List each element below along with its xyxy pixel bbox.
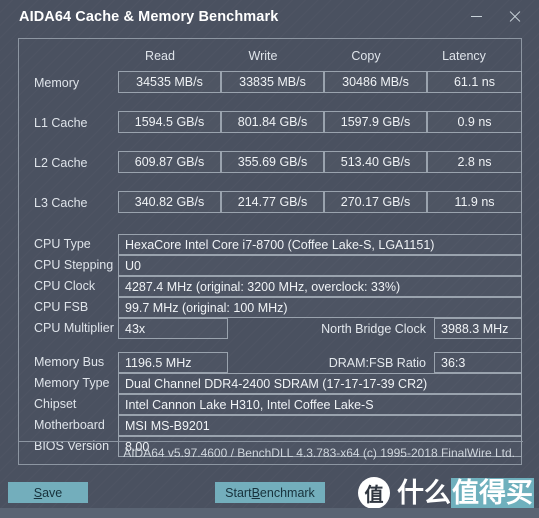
cell-l3-write: 214.77 GB/s	[221, 191, 324, 213]
value-dram-fsb-ratio: 36:3	[434, 352, 522, 373]
cell-l2-copy: 513.40 GB/s	[324, 151, 427, 173]
value-memory-bus: 1196.5 MHz	[118, 352, 228, 373]
start-label-accel: B	[251, 485, 260, 500]
label-dram-fsb-ratio: DRAM:FSB Ratio	[328, 355, 426, 370]
column-header-latency: Latency	[442, 49, 486, 63]
column-header-write: Write	[248, 49, 278, 63]
column-header-read: Read	[145, 49, 175, 63]
window-title: AIDA64 Cache & Memory Benchmark	[19, 9, 279, 25]
cell-memory-copy: 30486 MB/s	[324, 71, 427, 93]
cell-l3-copy: 270.17 GB/s	[324, 191, 427, 213]
start-benchmark-button[interactable]: Start Benchmark	[215, 482, 325, 503]
close-icon	[508, 10, 521, 23]
cell-l1-copy: 1597.9 GB/s	[324, 111, 427, 133]
label-motherboard: Motherboard	[34, 418, 105, 432]
smzdm-text-highlight: 值得买	[451, 477, 534, 508]
value-cpu-type: HexaCore Intel Core i7-8700 (Coffee Lake…	[118, 234, 522, 255]
cell-l2-write: 355.69 GB/s	[221, 151, 324, 173]
cell-memory-latency: 61.1 ns	[427, 71, 522, 93]
value-cpu-fsb: 99.7 MHz (original: 100 MHz)	[118, 297, 522, 318]
label-cpu-clock: CPU Clock	[34, 279, 96, 293]
smzdm-wordmark: 什么值得买	[397, 477, 534, 508]
value-cpu-clock: 4287.4 MHz (original: 3200 MHz, overcloc…	[118, 276, 522, 297]
smzdm-watermark: 值 什么值得买	[358, 474, 538, 512]
value-motherboard: MSI MS-B9201	[118, 415, 522, 436]
row-label-l2-cache: L2 Cache	[34, 156, 88, 170]
smzdm-badge-icon: 值	[358, 477, 390, 509]
title-bar: AIDA64 Cache & Memory Benchmark	[0, 0, 539, 34]
cell-l1-read: 1594.5 GB/s	[118, 111, 221, 133]
label-cpu-fsb: CPU FSB	[34, 300, 89, 314]
aida64-window: AIDA64 Cache & Memory Benchmark Read Wri…	[0, 0, 539, 518]
row-label-l3-cache: L3 Cache	[34, 196, 88, 210]
cell-l3-read: 340.82 GB/s	[118, 191, 221, 213]
minimize-icon	[470, 15, 482, 17]
label-memory-type: Memory Type	[34, 376, 110, 390]
version-info: AIDA64 v5.97.4600 / BenchDLL 4.3.783-x64…	[19, 441, 523, 464]
value-memory-type: Dual Channel DDR4-2400 SDRAM (17-17-17-3…	[118, 373, 522, 394]
cell-l1-latency: 0.9 ns	[427, 111, 522, 133]
value-chipset: Intel Cannon Lake H310, Intel Coffee Lak…	[118, 394, 522, 415]
label-cpu-stepping: CPU Stepping	[34, 258, 114, 272]
status-bar	[0, 508, 539, 518]
cell-memory-write: 33835 MB/s	[221, 71, 324, 93]
save-label-accel: S	[33, 485, 43, 500]
minimize-button[interactable]	[461, 2, 491, 30]
start-label-suffix: enchmark	[259, 485, 315, 500]
value-cpu-stepping: U0	[118, 255, 522, 276]
cell-l1-write: 801.84 GB/s	[221, 111, 324, 133]
column-header-copy: Copy	[351, 49, 381, 63]
smzdm-text-plain: 什么	[397, 477, 451, 508]
row-label-memory: Memory	[34, 76, 80, 90]
label-north-bridge-clock: North Bridge Clock	[321, 321, 426, 336]
value-north-bridge-clock: 3988.3 MHz	[434, 318, 522, 339]
cell-memory-read: 34535 MB/s	[118, 71, 221, 93]
save-button[interactable]: Save	[8, 482, 88, 503]
content-panel: Read Write Copy Latency Memory 34535 MB/…	[18, 38, 523, 465]
value-cpu-multiplier: 43x	[118, 318, 228, 339]
start-label-prefix: Start	[225, 485, 252, 500]
label-cpu-type: CPU Type	[34, 237, 91, 251]
label-chipset: Chipset	[34, 397, 77, 411]
label-cpu-multiplier: CPU Multiplier	[34, 321, 114, 335]
close-button[interactable]	[499, 2, 529, 30]
cell-l2-latency: 2.8 ns	[427, 151, 522, 173]
cell-l3-latency: 11.9 ns	[427, 191, 522, 213]
row-label-l1-cache: L1 Cache	[34, 116, 88, 130]
label-memory-bus: Memory Bus	[34, 355, 105, 369]
cell-l2-read: 609.87 GB/s	[118, 151, 221, 173]
save-label-suffix: ave	[42, 485, 63, 500]
